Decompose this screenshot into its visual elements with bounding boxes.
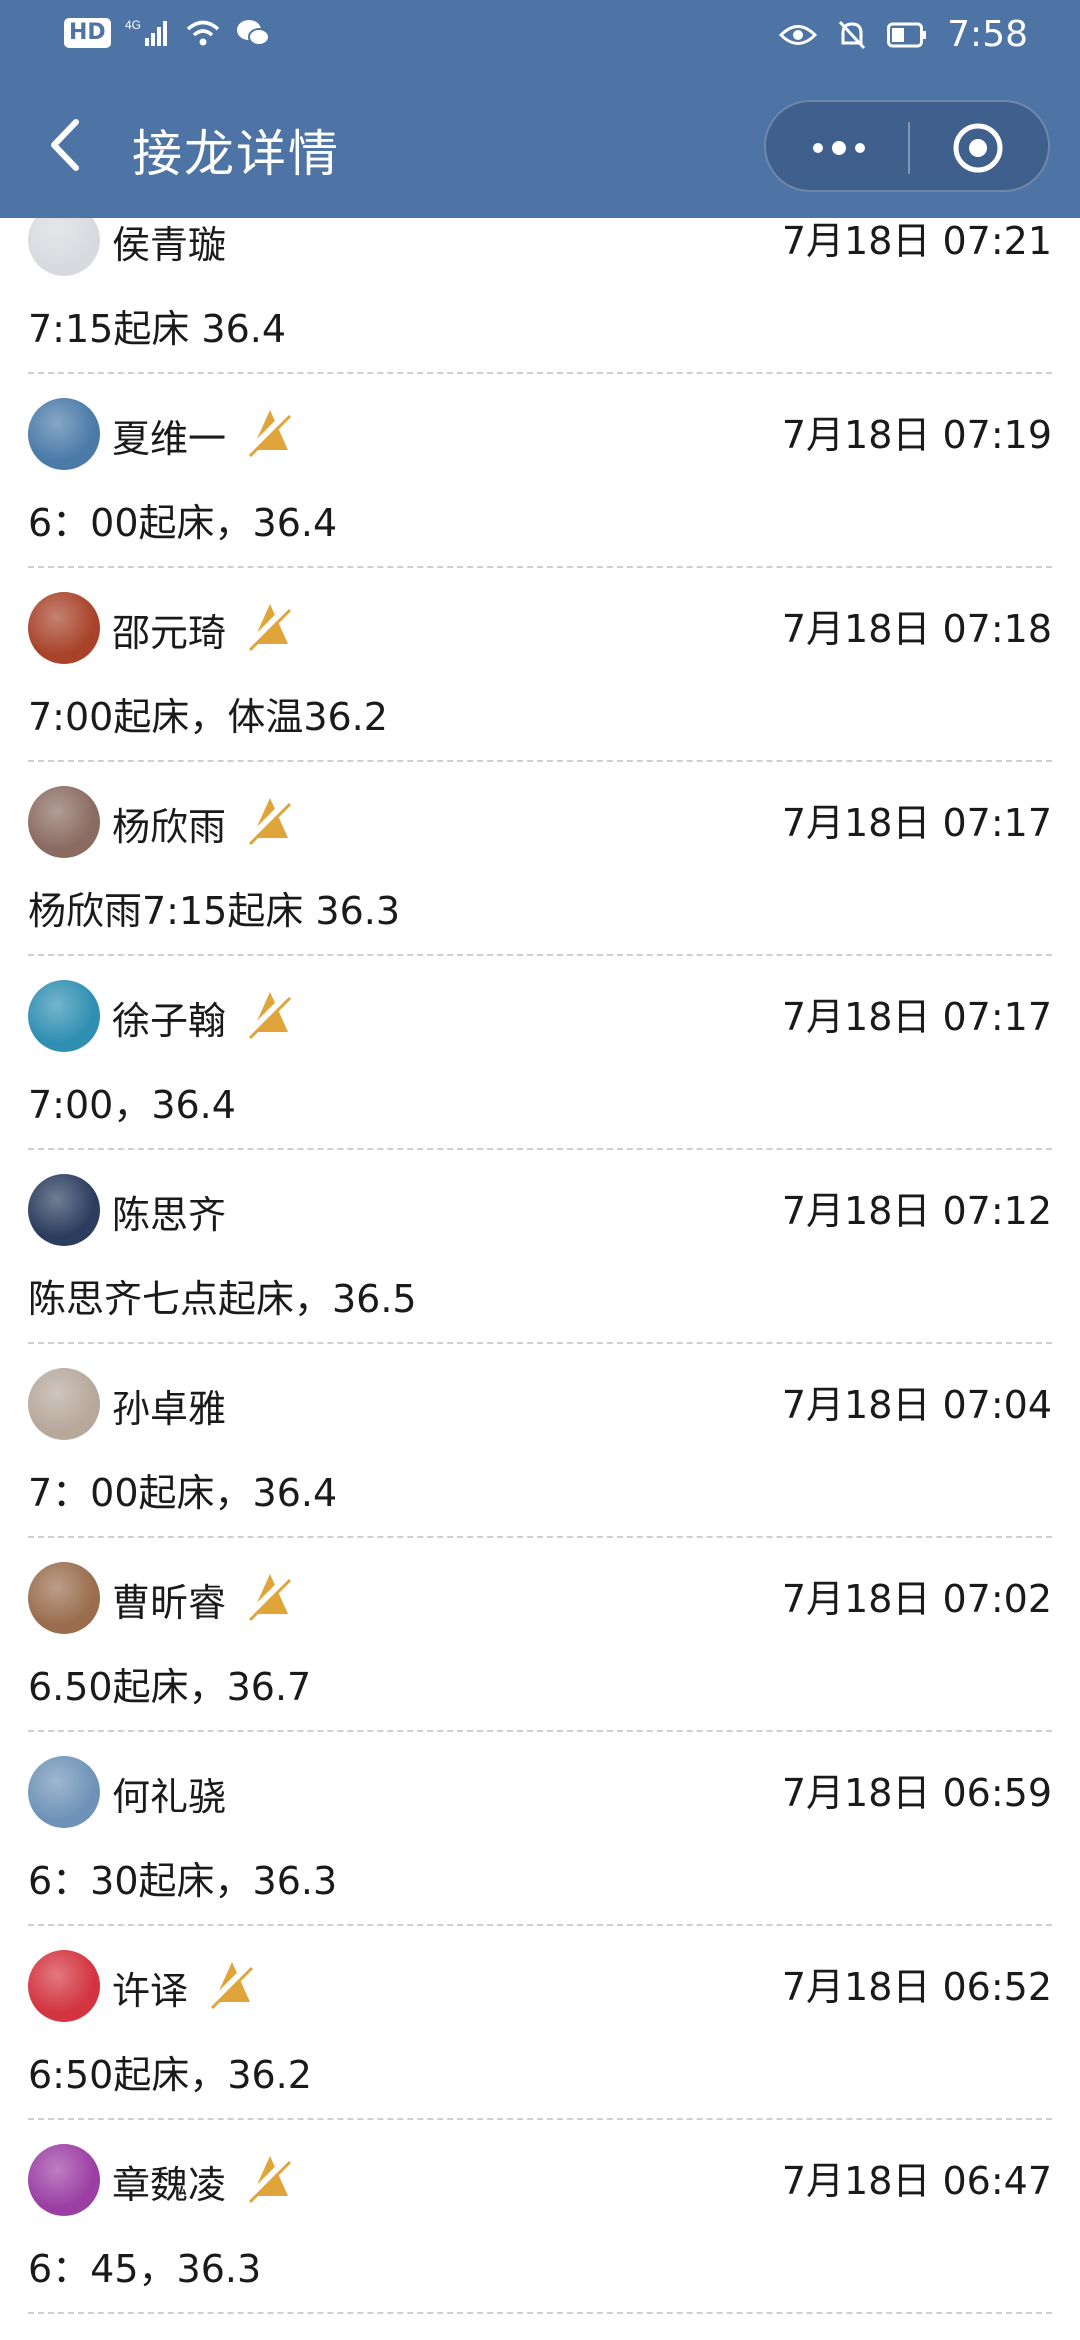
svg-text:4G: 4G bbox=[125, 18, 141, 32]
entry-time: 7月18日 06:52 bbox=[781, 1965, 1052, 2009]
entry-time: 7月18日 07:18 bbox=[781, 607, 1052, 651]
entry-message: 6：45，36.3 bbox=[28, 2247, 262, 2291]
entry-name: 邵元琦 bbox=[112, 611, 227, 655]
avatar[interactable] bbox=[28, 592, 100, 664]
entry-row[interactable]: 徐子翰 7月18日 07:17 7:00，36.4 bbox=[28, 956, 1052, 1150]
entry-row[interactable]: 何礼骁 7月18日 06:59 6：30起床，36.3 bbox=[28, 1732, 1052, 1926]
entry-time: 7月18日 07:19 bbox=[781, 413, 1052, 457]
entry-name: 许译 bbox=[112, 1969, 189, 2013]
mute-notification-icon bbox=[839, 20, 866, 49]
status-bar: HD 4G 7:58 bbox=[0, 0, 1080, 76]
entry-message: 7:00起床，体温36.2 bbox=[28, 695, 388, 739]
entry-message: 6：00起床，36.4 bbox=[28, 501, 338, 545]
avatar[interactable] bbox=[28, 1562, 100, 1634]
entry-row[interactable]: 杨欣雨 7月18日 07:17 杨欣雨7:15起床 36.3 bbox=[28, 762, 1052, 956]
entry-message: 6:50起床，36.2 bbox=[28, 2053, 312, 2097]
entry-row[interactable]: 陈思齐 7月18日 07:12 陈思齐七点起床，36.5 bbox=[28, 1150, 1052, 1344]
entry-name: 曹昕睿 bbox=[112, 1581, 227, 1625]
entry-time: 7月18日 06:47 bbox=[781, 2159, 1052, 2203]
entry-name: 何礼骁 bbox=[112, 1775, 227, 1819]
more-icon[interactable] bbox=[804, 122, 874, 174]
clock: 7:58 bbox=[947, 14, 1028, 55]
entry-name: 夏维一 bbox=[112, 417, 227, 461]
entry-row[interactable]: 许译 7月18日 06:52 6:50起床，36.2 bbox=[28, 1926, 1052, 2120]
mini-program-capsule bbox=[764, 100, 1050, 192]
entry-message: 7：00起床，36.4 bbox=[28, 1471, 338, 1515]
entry-time: 7月18日 07:17 bbox=[781, 801, 1052, 845]
avatar[interactable] bbox=[28, 786, 100, 858]
battery-icon bbox=[887, 22, 927, 47]
entry-list: 侯青璇 7月18日 07:21 7:15起床 36.4 夏维一 7月18日 07:19 6… bbox=[0, 200, 1080, 2314]
entry-message: 陈思齐七点起床，36.5 bbox=[28, 1277, 417, 1321]
nav-bar: 接龙详情 bbox=[0, 92, 1080, 202]
page-title: 接龙详情 bbox=[132, 125, 340, 183]
avatar[interactable] bbox=[28, 1368, 100, 1440]
entry-name: 章魏凌 bbox=[112, 2163, 227, 2207]
hd-icon: HD bbox=[64, 18, 111, 48]
muted-bell-icon bbox=[242, 792, 298, 848]
entry-time: 7月18日 07:02 bbox=[781, 1577, 1052, 1621]
entry-row[interactable]: 侯青璇 7月18日 07:21 7:15起床 36.4 bbox=[28, 200, 1052, 374]
entry-row[interactable]: 章魏凌 7月18日 06:47 6：45，36.3 bbox=[28, 2120, 1052, 2314]
entry-name: 陈思齐 bbox=[112, 1193, 227, 1237]
avatar[interactable] bbox=[28, 2144, 100, 2216]
muted-bell-icon bbox=[242, 1568, 298, 1624]
top-bar: HD 4G 7:58 接龙详情 bbox=[0, 0, 1080, 218]
entry-time: 7月18日 07:17 bbox=[781, 995, 1052, 1039]
eye-icon bbox=[779, 24, 818, 45]
entry-message: 7:15起床 36.4 bbox=[28, 307, 287, 351]
muted-bell-icon bbox=[204, 1956, 260, 2012]
wechat-icon bbox=[236, 20, 270, 46]
entry-row[interactable]: 夏维一 7月18日 07:19 6：00起床，36.4 bbox=[28, 374, 1052, 568]
entry-time: 7月18日 07:04 bbox=[781, 1383, 1052, 1427]
wifi-icon bbox=[186, 20, 219, 46]
muted-bell-icon bbox=[242, 404, 298, 460]
entry-time: 7月18日 07:12 bbox=[781, 1189, 1052, 1233]
entry-row[interactable]: 孙卓雅 7月18日 07:04 7：00起床，36.4 bbox=[28, 1344, 1052, 1538]
avatar[interactable] bbox=[28, 1950, 100, 2022]
entry-message: 杨欣雨7:15起床 36.3 bbox=[28, 889, 401, 933]
entry-name: 杨欣雨 bbox=[112, 805, 227, 849]
muted-bell-icon bbox=[242, 598, 298, 654]
muted-bell-icon bbox=[242, 2150, 298, 2206]
entry-row[interactable]: 曹昕睿 7月18日 07:02 6.50起床，36.7 bbox=[28, 1538, 1052, 1732]
entry-time: 7月18日 06:59 bbox=[781, 1771, 1052, 1815]
entry-name: 侯青璇 bbox=[112, 223, 227, 267]
entry-time: 7月18日 07:21 bbox=[781, 219, 1052, 263]
entry-message: 6：30起床，36.3 bbox=[28, 1859, 338, 1903]
avatar[interactable] bbox=[28, 1756, 100, 1828]
entry-name: 徐子翰 bbox=[112, 999, 227, 1043]
entry-row[interactable]: 邵元琦 7月18日 07:18 7:00起床，体温36.2 bbox=[28, 568, 1052, 762]
entry-message: 6.50起床，36.7 bbox=[28, 1665, 312, 1709]
signal-icon: 4G bbox=[125, 18, 167, 46]
avatar[interactable] bbox=[28, 1174, 100, 1246]
close-mini-program-icon[interactable] bbox=[948, 120, 1008, 176]
avatar[interactable] bbox=[28, 398, 100, 470]
back-icon[interactable] bbox=[40, 110, 100, 180]
muted-bell-icon bbox=[242, 986, 298, 1042]
capsule-divider bbox=[908, 122, 910, 174]
entry-name: 孙卓雅 bbox=[112, 1387, 227, 1431]
entry-message: 7:00，36.4 bbox=[28, 1083, 236, 1127]
avatar[interactable] bbox=[28, 980, 100, 1052]
